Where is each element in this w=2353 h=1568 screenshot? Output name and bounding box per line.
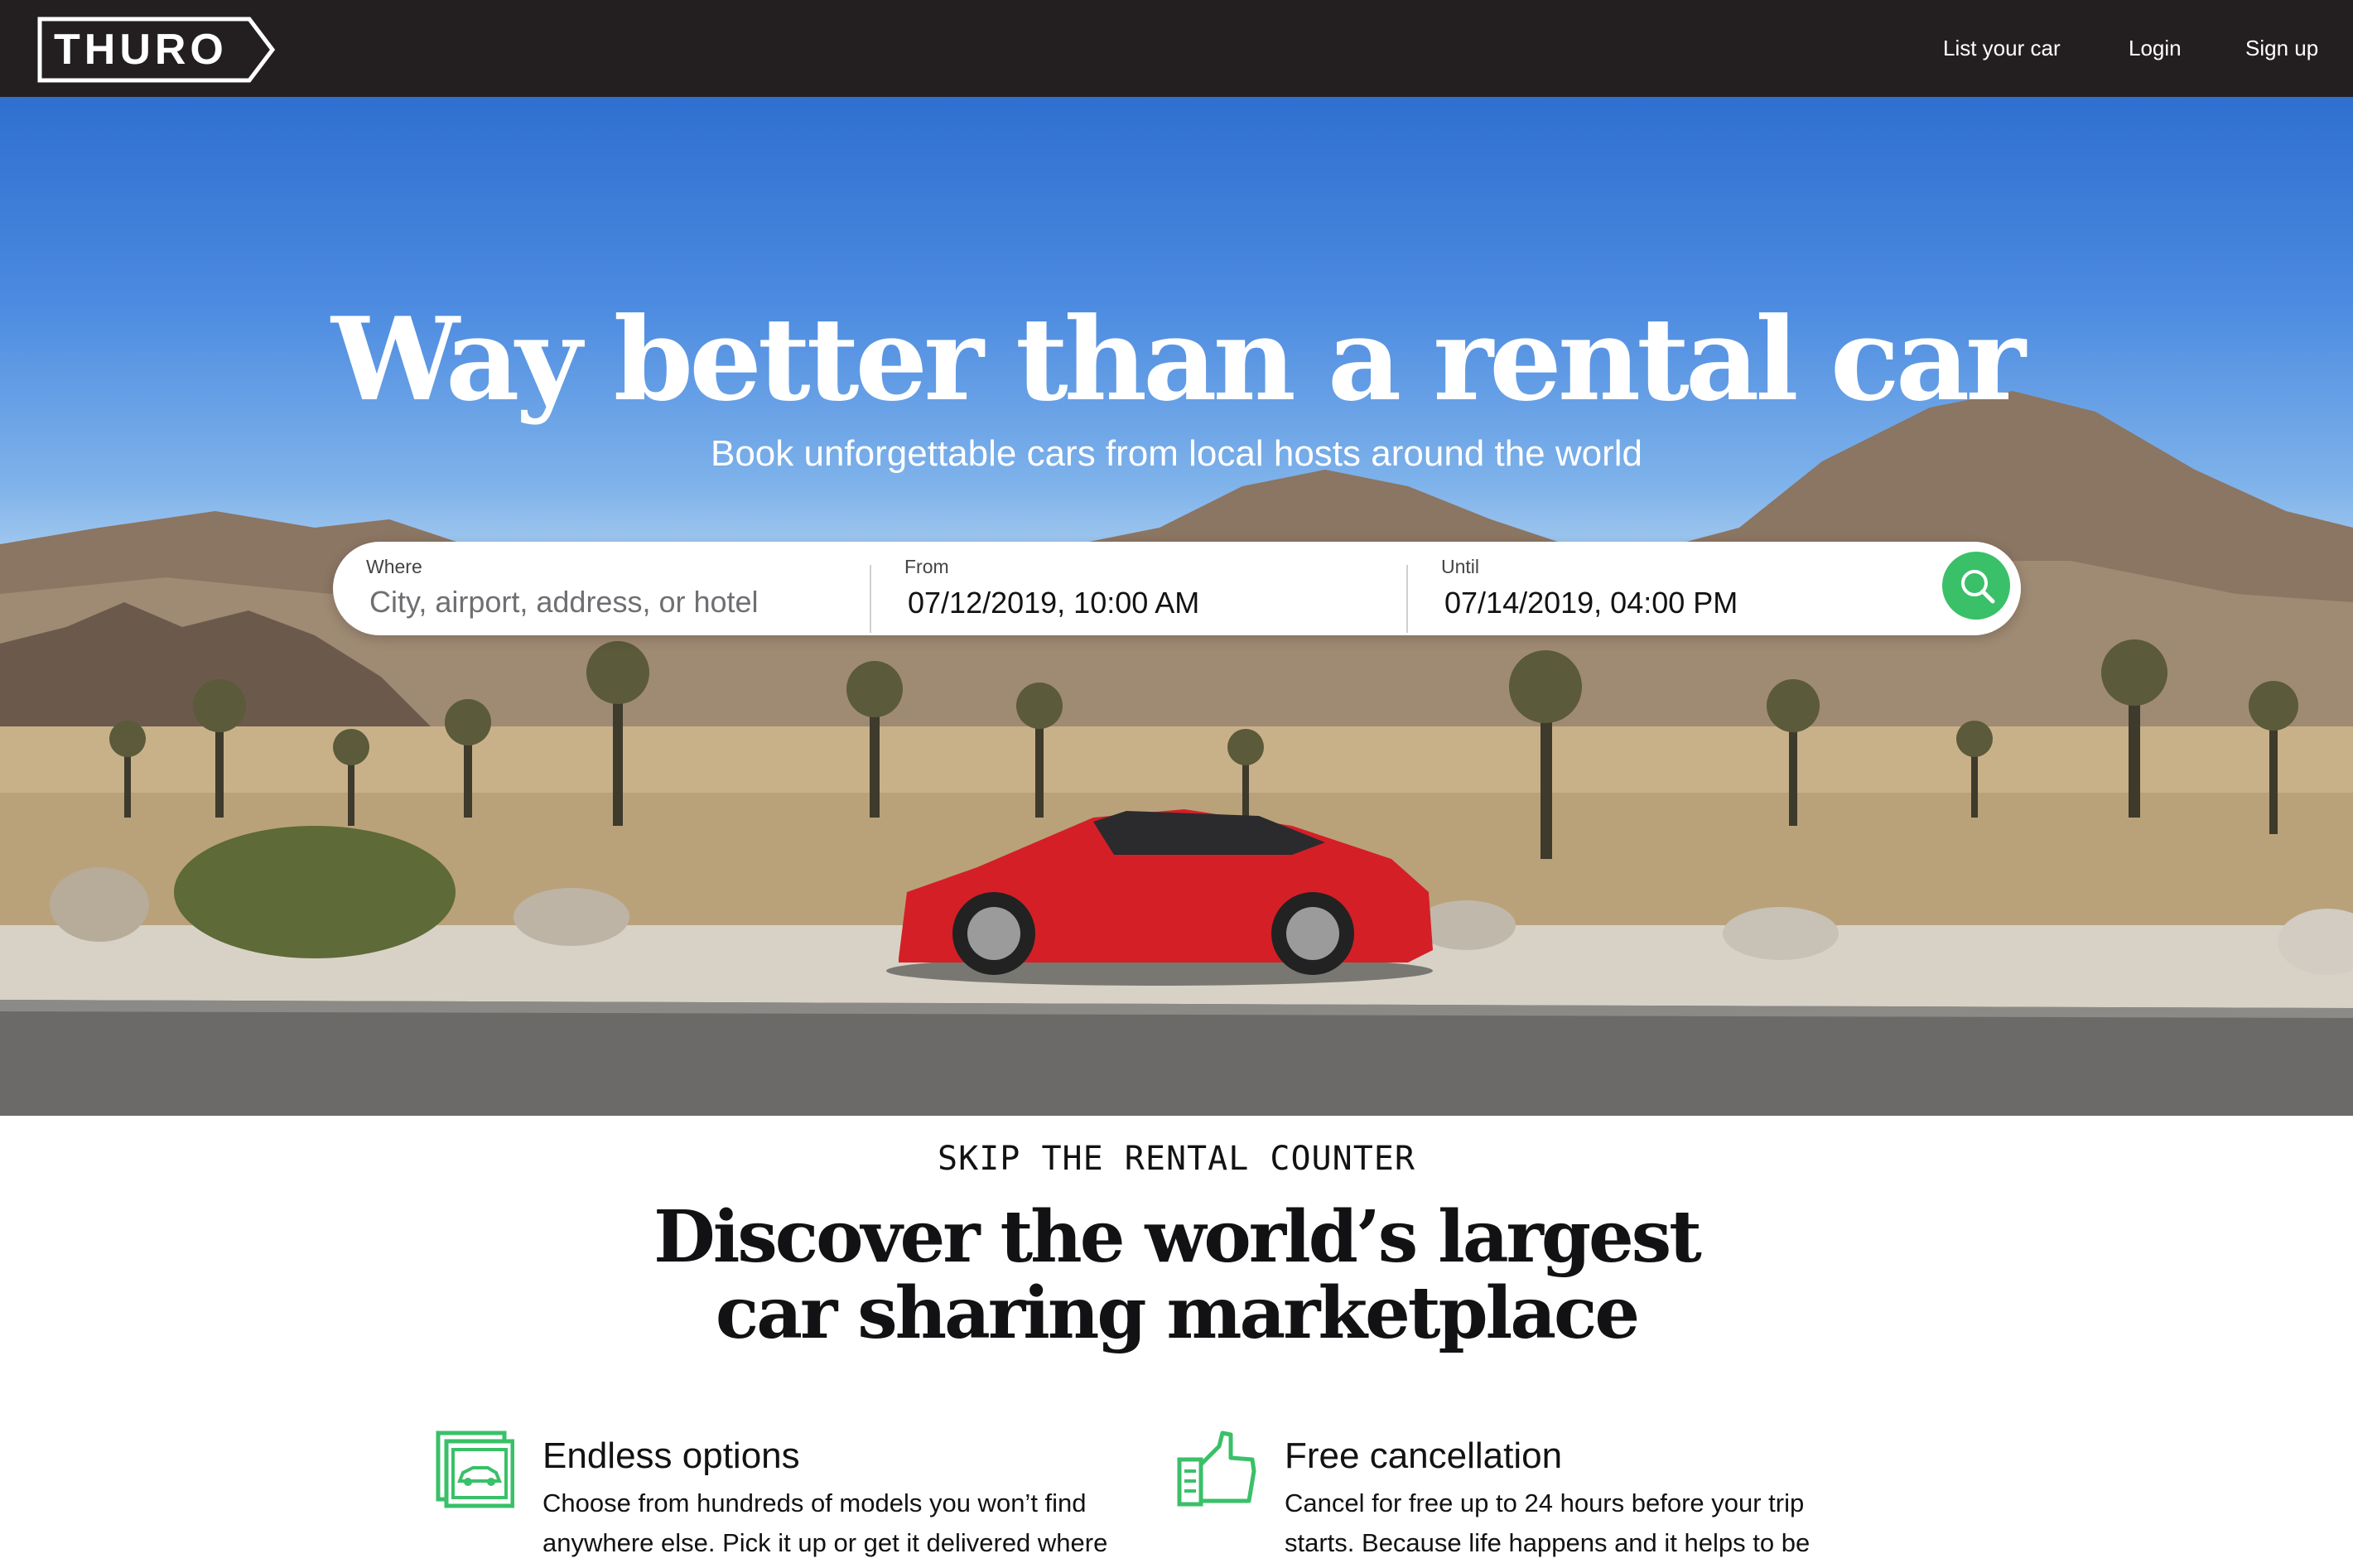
feature-description: Cancel for free up to 24 hours before yo… [1285, 1484, 1914, 1563]
feature-title: Free cancellation [1285, 1435, 1563, 1476]
thuro-logo[interactable]: THURO [37, 17, 276, 83]
car-options-icon [435, 1430, 515, 1513]
hero-subtitle: Book unforgettable cars from local hosts… [710, 433, 1643, 474]
where-field[interactable]: Where [366, 542, 863, 635]
feature-description-line: starts. Because life happens and it help… [1285, 1528, 1811, 1557]
feature-description-line: Cancel for free up to 24 hours before yo… [1285, 1488, 1805, 1517]
feature-title: Endless options [542, 1435, 800, 1476]
until-field[interactable]: Until 07/14/2019, 04:00 PM [1441, 542, 1905, 635]
feature-description-line: anywhere else. Pick it up or get it deli… [542, 1528, 1108, 1557]
from-label: From [904, 556, 949, 577]
hero-title: Way better than a rental car [331, 292, 2026, 427]
where-input[interactable] [366, 583, 830, 621]
sign-up-link[interactable]: Sign up [2245, 33, 2318, 63]
thumbs-up-icon [1176, 1428, 1259, 1515]
feature-description: Choose from hundreds of models you won’t… [542, 1484, 1172, 1563]
logo-text: THURO [54, 26, 228, 74]
section-heading: Discover the world’s largest car sharing… [0, 1199, 2353, 1352]
hero-banner: Way better than a rental car Book unforg… [0, 97, 2353, 1116]
search-icon [1961, 570, 1995, 604]
from-datetime[interactable]: 07/12/2019, 10:00 AM [908, 585, 1199, 621]
search-button[interactable] [1942, 552, 2010, 620]
where-label: Where [366, 556, 422, 577]
from-field[interactable]: From 07/12/2019, 10:00 AM [904, 542, 1401, 635]
search-divider [870, 565, 871, 633]
search-bar: Where From 07/12/2019, 10:00 AM Until 07… [333, 542, 2021, 635]
section-heading-line2: car sharing marketplace [715, 1271, 1640, 1355]
top-nav: THURO List your car Login Sign up [0, 0, 2353, 97]
section-eyebrow: SKIP THE RENTAL COUNTER [938, 1140, 1415, 1178]
until-label: Until [1441, 556, 1480, 577]
until-datetime[interactable]: 07/14/2019, 04:00 PM [1444, 585, 1738, 621]
list-your-car-link[interactable]: List your car [1943, 33, 2061, 63]
search-divider [1406, 565, 1408, 633]
section-heading-line1: Discover the world’s largest [653, 1195, 1702, 1279]
feature-description-line: Choose from hundreds of models you won’t… [542, 1488, 1087, 1517]
login-link[interactable]: Login [2129, 33, 2182, 63]
